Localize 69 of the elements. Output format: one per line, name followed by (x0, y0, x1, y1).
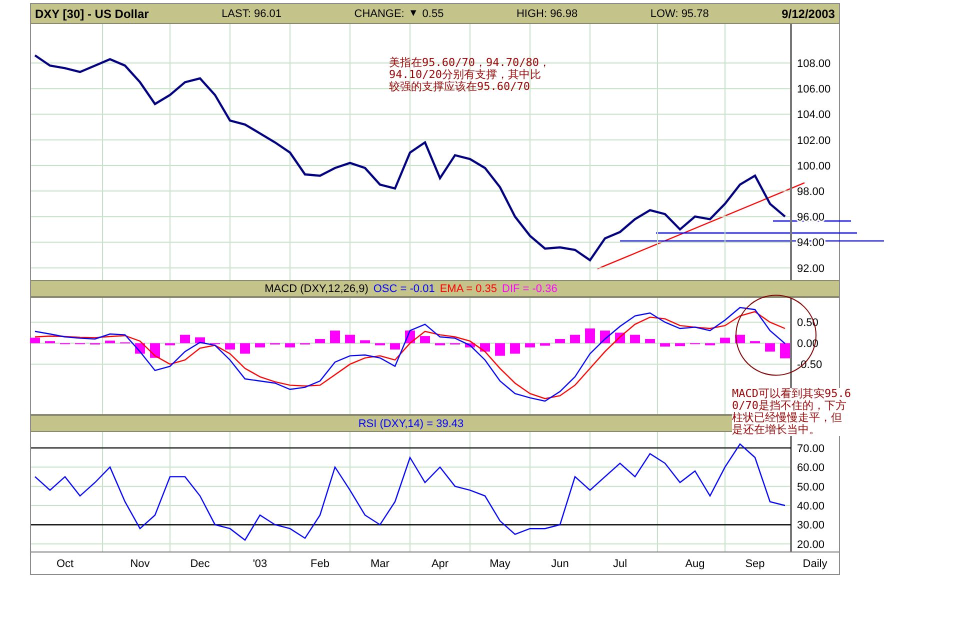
axis-label: 40.00 (797, 500, 825, 513)
bar (225, 343, 235, 350)
month-label: Aug (685, 558, 705, 570)
bar (420, 336, 430, 344)
axis-label: 98.00 (797, 186, 825, 198)
bar (255, 343, 265, 348)
annotation-text: MACD可以看到其实95.60/70是挡不住的，下方柱状已经慢慢走平，但是还在增长当中。 (732, 388, 852, 436)
month-label: Dec (190, 558, 210, 570)
axis-label: 60.00 (797, 462, 825, 474)
last-price: LAST: 96.01 (222, 8, 282, 20)
axis-label: 100.00 (797, 160, 831, 172)
bar (330, 330, 340, 344)
legend-value: OSC = -0.01 (373, 282, 435, 294)
axis-label: 92.00 (797, 262, 825, 275)
high-price: HIGH: 96.98 (516, 8, 578, 20)
bar (585, 328, 595, 344)
rsi-title: RSI (DXY,14) = 39.43 (358, 418, 464, 430)
bar (315, 338, 325, 344)
axis-label: 102.00 (797, 134, 831, 147)
axis-label: 70.00 (797, 442, 825, 455)
month-label: Oct (56, 558, 74, 570)
bar (675, 343, 685, 346)
bar (285, 343, 295, 348)
bar (345, 334, 355, 344)
month-label: Nov (130, 558, 150, 570)
bar (570, 334, 580, 344)
low-price: LOW: 95.78 (650, 8, 709, 20)
down-triangle-icon: ▼ (408, 8, 418, 19)
month-label: Jun (551, 558, 569, 570)
bar (105, 340, 115, 344)
month-label: Jul (612, 558, 628, 570)
bar (780, 343, 790, 358)
bar (480, 343, 490, 352)
bar (555, 338, 565, 344)
legend-value: EMA = 0.35 (440, 282, 498, 294)
bar (510, 343, 520, 354)
bar (240, 343, 250, 354)
macd-title: MACD (DXY,12,26,9) (264, 282, 368, 294)
bar (150, 343, 160, 358)
annotation-text: 美指在95.60/70，94.70/80，94.10/20分别有支撑，其中比较强的支撑应该在95.60/70 (389, 57, 550, 93)
bar (720, 338, 730, 344)
month-label: '03 (252, 558, 268, 570)
bar (525, 343, 535, 348)
change-value: 0.55 (422, 8, 444, 20)
axis-label: 20.00 (797, 538, 825, 551)
axis-label: 30.00 (797, 520, 825, 532)
change-label: CHANGE: (354, 8, 404, 20)
bar (630, 334, 640, 344)
symbol-title: DXY [30] - US Dollar (35, 6, 149, 20)
bar (660, 343, 670, 347)
month-label: May (490, 558, 510, 570)
period-label: Daily (802, 558, 828, 570)
axis-label: 50.00 (797, 481, 825, 494)
bar (765, 343, 775, 352)
bar (180, 334, 190, 344)
bar (645, 338, 655, 344)
chart-date: 9/12/2003 (782, 6, 835, 20)
month-label: Feb (310, 558, 330, 570)
legend-value: DIF = -0.36 (502, 282, 558, 294)
month-label: Mar (370, 558, 390, 570)
bar (390, 343, 400, 350)
month-label: Apr (431, 558, 449, 570)
bar (495, 343, 505, 356)
axis-label: 104.00 (797, 109, 831, 122)
bar (30, 338, 40, 344)
axis-label: 108.00 (797, 58, 831, 70)
axis-label: 106.00 (797, 84, 831, 96)
month-label: Sep (745, 558, 765, 570)
bar (540, 343, 550, 346)
